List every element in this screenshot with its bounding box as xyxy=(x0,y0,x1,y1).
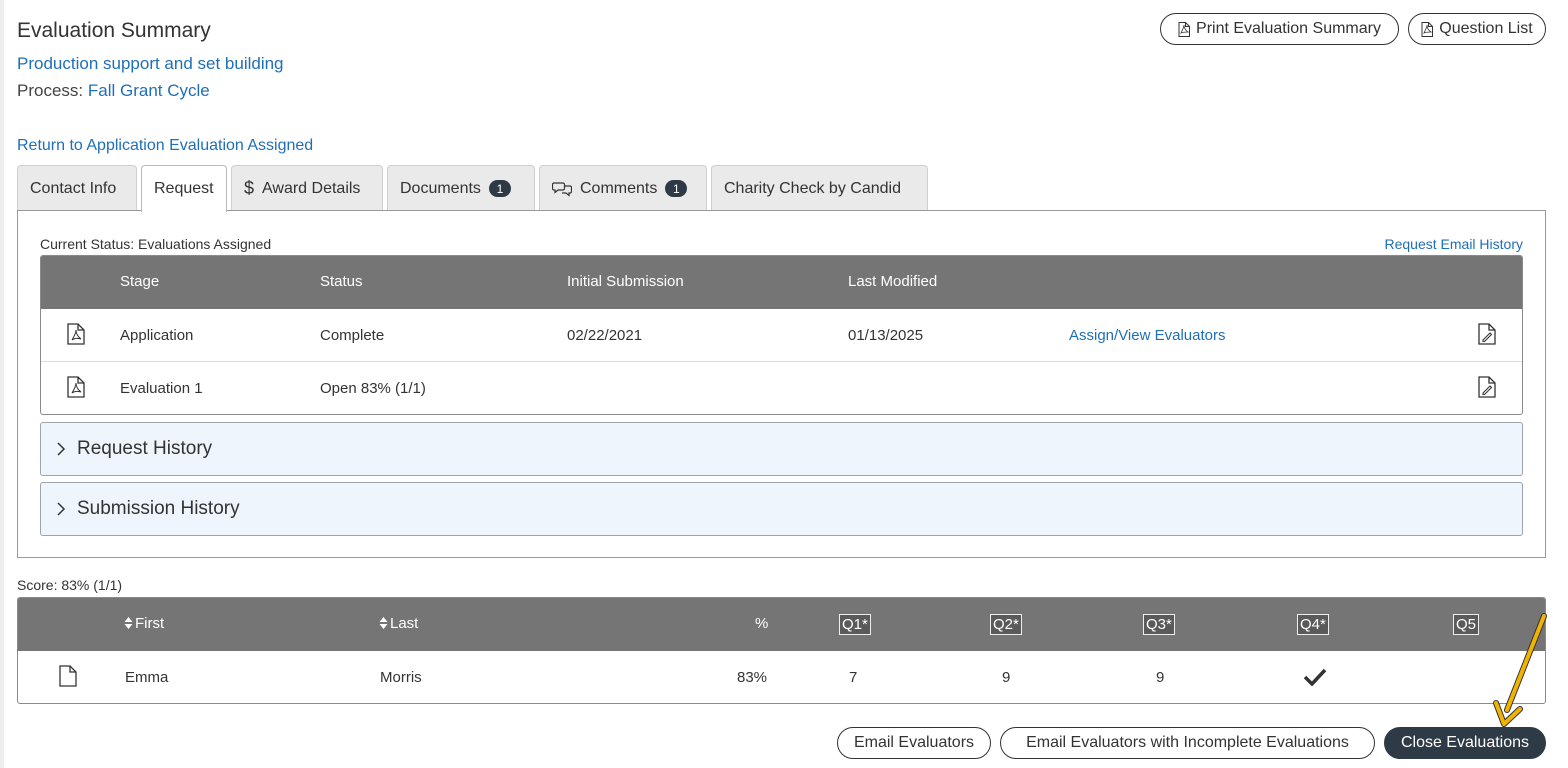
request-panel: Current Status: Evaluations Assigned Req… xyxy=(17,210,1546,558)
tab-documents[interactable]: Documents 1 xyxy=(387,165,535,211)
q3-cell: 9 xyxy=(1156,669,1165,686)
last-name-cell: Morris xyxy=(380,669,422,686)
q2-cell: 9 xyxy=(1002,669,1011,686)
sort-first-header[interactable]: First xyxy=(124,615,164,632)
tab-label: Documents xyxy=(400,179,481,197)
print-button-label: Print Evaluation Summary xyxy=(1196,20,1381,37)
stage-cell: Evaluation 1 xyxy=(120,380,203,397)
edit-document-icon[interactable] xyxy=(1478,323,1496,345)
initial-submission-cell: 02/22/2021 xyxy=(567,327,643,344)
status-cell: Complete xyxy=(320,327,385,344)
score-summary: Score: 83% (1/1) xyxy=(17,577,123,593)
table-header: First Last % Q1* Q2* Q3* Q4* Q5 xyxy=(18,598,1545,651)
tab-contact-info[interactable]: Contact Info xyxy=(17,165,137,211)
column-header-percent: % xyxy=(755,615,769,632)
table-row: Emma Morris 83% 7 9 9 xyxy=(18,651,1545,703)
email-evaluators-button[interactable]: Email Evaluators xyxy=(837,727,991,759)
accordion-label: Submission History xyxy=(77,498,240,519)
tab-comments[interactable]: Comments 1 xyxy=(539,165,707,211)
table-header: Stage Status Initial Submission Last Mod… xyxy=(41,256,1522,309)
status-cell: Open 83% (1/1) xyxy=(320,380,426,397)
stage-table: Stage Status Initial Submission Last Mod… xyxy=(40,255,1523,415)
page-title: Evaluation Summary xyxy=(17,19,211,42)
column-header-q3: Q3* xyxy=(1143,614,1175,635)
pdf-icon xyxy=(1421,21,1434,37)
left-edge xyxy=(0,0,4,768)
count-badge: 1 xyxy=(488,180,511,197)
q1-cell: 7 xyxy=(849,669,858,686)
first-name-cell: Emma xyxy=(125,669,169,686)
tab-charity-check[interactable]: Charity Check by Candid xyxy=(711,165,928,211)
print-evaluation-summary-button[interactable]: Print Evaluation Summary xyxy=(1160,13,1399,45)
column-header-q2: Q2* xyxy=(990,614,1022,635)
tab-bar: Contact Info Request $ Award Details Doc… xyxy=(17,165,928,212)
submission-history-accordion[interactable]: Submission History xyxy=(40,482,1523,536)
column-header: Initial Submission xyxy=(567,273,684,290)
column-header: Status xyxy=(320,273,363,290)
pdf-file-icon[interactable] xyxy=(67,323,85,345)
chevron-right-icon xyxy=(57,502,66,516)
table-row: Application Complete 02/22/2021 01/13/20… xyxy=(41,309,1522,362)
sort-last-header[interactable]: Last xyxy=(379,615,418,632)
document-icon[interactable] xyxy=(59,665,77,687)
accordion-label: Request History xyxy=(77,438,213,459)
evaluations-table: First Last % Q1* Q2* Q3* Q4* Q5 Emma Mor… xyxy=(17,597,1546,704)
column-header: Stage xyxy=(120,273,160,290)
count-badge: 1 xyxy=(665,180,688,197)
request-email-history-link[interactable]: Request Email History xyxy=(1385,236,1524,252)
email-incomplete-evaluators-button[interactable]: Email Evaluators with Incomplete Evaluat… xyxy=(1000,727,1375,759)
tab-label: Contact Info xyxy=(30,179,117,197)
tab-request[interactable]: Request xyxy=(141,165,227,212)
pdf-icon xyxy=(1178,21,1191,37)
question-list-button[interactable]: Question List xyxy=(1408,13,1546,45)
tab-award-details[interactable]: $ Award Details xyxy=(231,165,383,211)
column-header-label: First xyxy=(135,615,165,632)
request-history-accordion[interactable]: Request History xyxy=(40,422,1523,476)
last-modified-cell: 01/13/2025 xyxy=(848,327,924,344)
comments-icon xyxy=(552,181,572,197)
close-evaluations-button[interactable]: Close Evaluations xyxy=(1384,727,1546,759)
tab-label: Charity Check by Candid xyxy=(724,179,901,197)
column-header-q4: Q4* xyxy=(1297,614,1329,635)
process-label: Process: xyxy=(17,81,84,100)
request-name-link[interactable]: Production support and set building xyxy=(17,54,284,74)
column-header-q1: Q1* xyxy=(839,614,871,635)
dollar-icon: $ xyxy=(244,178,255,198)
column-header-q5: Q5 xyxy=(1452,614,1480,635)
table-row: Evaluation 1 Open 83% (1/1) xyxy=(41,362,1522,414)
sort-icon xyxy=(379,617,388,629)
process-line: Process: Fall Grant Cycle xyxy=(17,81,210,101)
edit-document-icon[interactable] xyxy=(1478,376,1496,398)
tab-label: Request xyxy=(154,180,214,197)
stage-cell: Application xyxy=(120,327,194,344)
column-header-label: Last xyxy=(390,615,419,632)
sort-icon xyxy=(124,617,133,629)
tab-label: Comments xyxy=(580,179,658,197)
assign-view-evaluators-link[interactable]: Assign/View Evaluators xyxy=(1069,327,1225,344)
pdf-file-icon[interactable] xyxy=(67,376,85,398)
process-link[interactable]: Fall Grant Cycle xyxy=(88,81,210,100)
percent-cell: 83% xyxy=(737,669,768,686)
chevron-right-icon xyxy=(57,442,66,456)
current-status: Current Status: Evaluations Assigned xyxy=(40,236,272,252)
question-list-label: Question List xyxy=(1439,20,1533,37)
column-header: Last Modified xyxy=(848,273,938,290)
return-link[interactable]: Return to Application Evaluation Assigne… xyxy=(17,137,313,155)
tab-label: Award Details xyxy=(262,179,361,197)
check-icon xyxy=(1303,668,1327,686)
